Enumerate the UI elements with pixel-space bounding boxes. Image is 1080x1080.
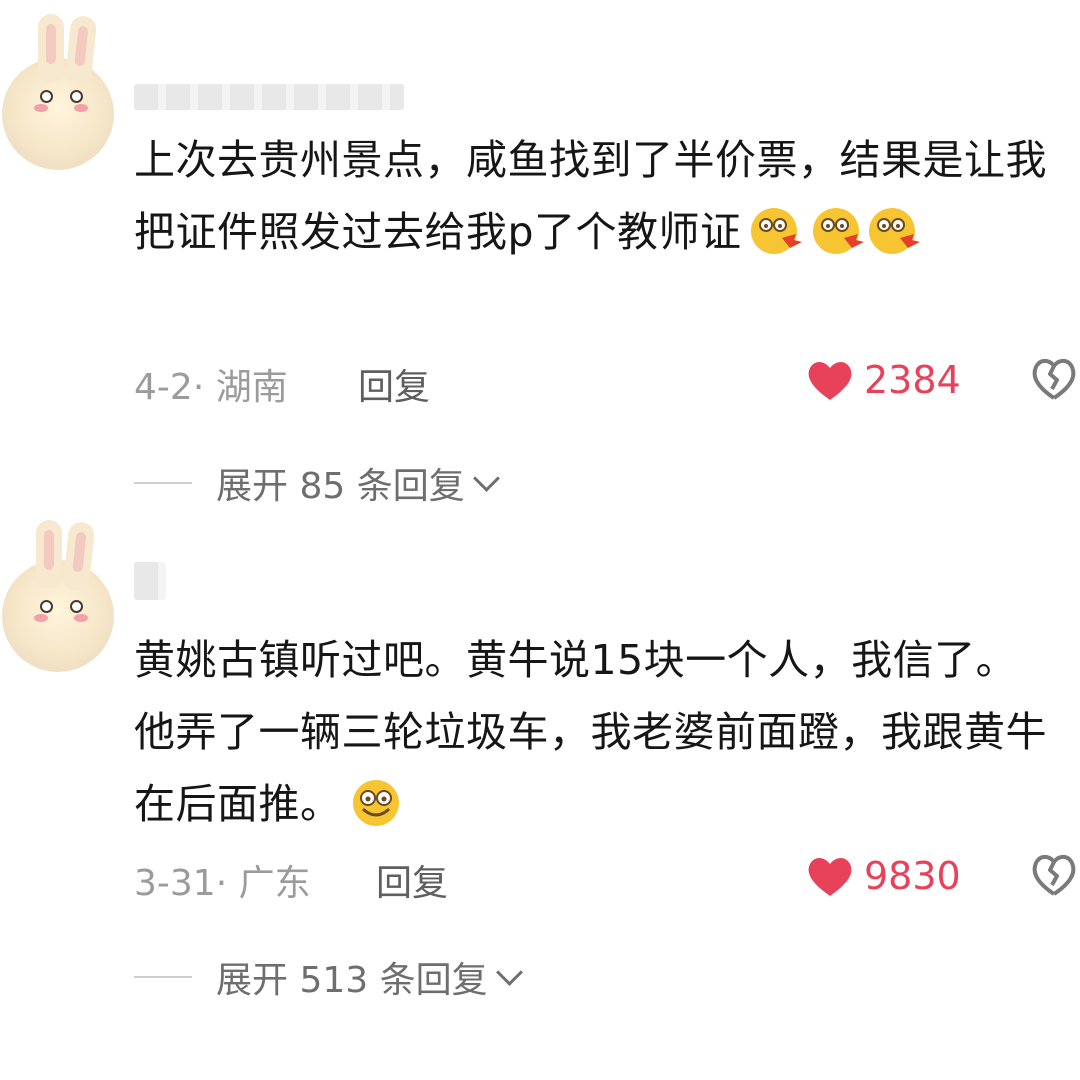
expand-replies-label: 展开 85 条回复	[216, 466, 465, 507]
username[interactable]	[134, 562, 166, 600]
like-heart-icon[interactable]	[806, 854, 854, 898]
meta-separator: ·	[215, 863, 239, 904]
comment-meta: 4-2· 湖南	[134, 358, 288, 410]
avatar-blush	[34, 614, 48, 622]
avatar-blush	[74, 614, 88, 622]
reply-button[interactable]: 回复	[358, 358, 430, 410]
comment-item: 上次去贵州景点，咸鱼找到了半价票，结果是让我把证件照发过去给我p了个教师证 4-…	[0, 0, 1080, 520]
comment-location: 湖南	[215, 367, 288, 408]
smile-emoji-icon	[352, 780, 399, 826]
like-count: 2384	[864, 358, 961, 402]
meta-separator: ·	[192, 367, 216, 408]
expand-replies-button[interactable]: 展开 513 条回复	[134, 952, 523, 1002]
comment-meta: 3-31· 广东	[134, 854, 311, 906]
expand-replies-button[interactable]: 展开 85 条回复	[134, 458, 500, 508]
avatar-eye	[70, 90, 83, 103]
avatar-blush	[74, 104, 88, 112]
comment-location: 广东	[238, 863, 311, 904]
like-heart-icon[interactable]	[806, 358, 854, 402]
chevron-down-icon	[472, 464, 500, 492]
dislike-broken-heart-icon[interactable]	[1030, 852, 1078, 898]
comment-text: 黄姚古镇听过吧。黄牛说15块一个人，我信了。他弄了一辆三轮垃圾车，我老婆前面蹬，…	[134, 624, 1054, 840]
heart-eyes-kiss-emoji-icon	[750, 208, 802, 254]
avatar-ear	[38, 14, 64, 82]
avatar-ear	[36, 520, 62, 588]
dislike-broken-heart-icon[interactable]	[1030, 356, 1078, 402]
expand-replies-label: 展开 513 条回复	[216, 960, 488, 1001]
comment-date: 3-31	[134, 863, 216, 904]
comment-date: 4-2	[134, 367, 193, 408]
reply-button[interactable]: 回复	[376, 854, 448, 906]
comment-text: 上次去贵州景点，咸鱼找到了半价票，结果是让我把证件照发过去给我p了个教师证	[134, 124, 1054, 268]
heart-eyes-kiss-emoji-icon	[868, 208, 920, 254]
avatar-eye	[70, 600, 83, 613]
username[interactable]	[134, 84, 404, 110]
comment-item: 黄姚古镇听过吧。黄牛说15块一个人，我信了。他弄了一辆三轮垃圾车，我老婆前面蹬，…	[0, 520, 1080, 1080]
comment-body: 黄姚古镇听过吧。黄牛说15块一个人，我信了。他弄了一辆三轮垃圾车，我老婆前面蹬，…	[134, 636, 1047, 828]
avatar-eye	[40, 600, 53, 613]
chevron-down-icon	[495, 958, 523, 986]
avatar-blush	[34, 104, 48, 112]
divider-line	[134, 976, 192, 978]
heart-eyes-kiss-emoji-icon	[812, 208, 864, 254]
avatar-eye	[40, 90, 53, 103]
divider-line	[134, 482, 192, 484]
like-count: 9830	[864, 854, 961, 898]
